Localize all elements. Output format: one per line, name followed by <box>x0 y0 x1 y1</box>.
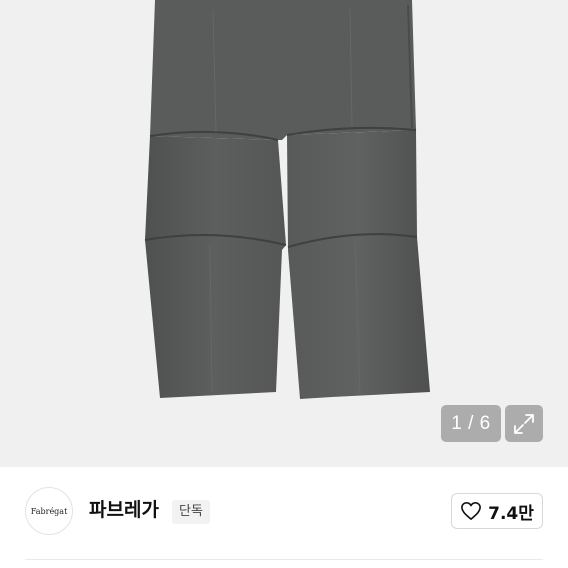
image-counter: 1 / 6 <box>441 405 501 442</box>
brand-logo-text: Fabrégat <box>30 506 68 516</box>
brand-row: Fabrégat 파브레가 단독 7.4만 <box>0 467 568 559</box>
exclusive-badge: 단독 <box>172 500 210 524</box>
product-image <box>0 0 568 467</box>
product-image-gallery[interactable]: 1 / 6 <box>0 0 568 467</box>
expand-button[interactable] <box>505 405 543 442</box>
brand-name[interactable]: 파브레가 <box>89 498 159 522</box>
brand-logo[interactable]: Fabrégat <box>25 487 73 535</box>
section-divider <box>25 559 543 560</box>
heart-outline-icon <box>461 502 482 520</box>
expand-arrows-icon <box>514 413 534 434</box>
like-button[interactable]: 7.4만 <box>451 493 543 529</box>
like-count: 7.4만 <box>488 503 534 524</box>
